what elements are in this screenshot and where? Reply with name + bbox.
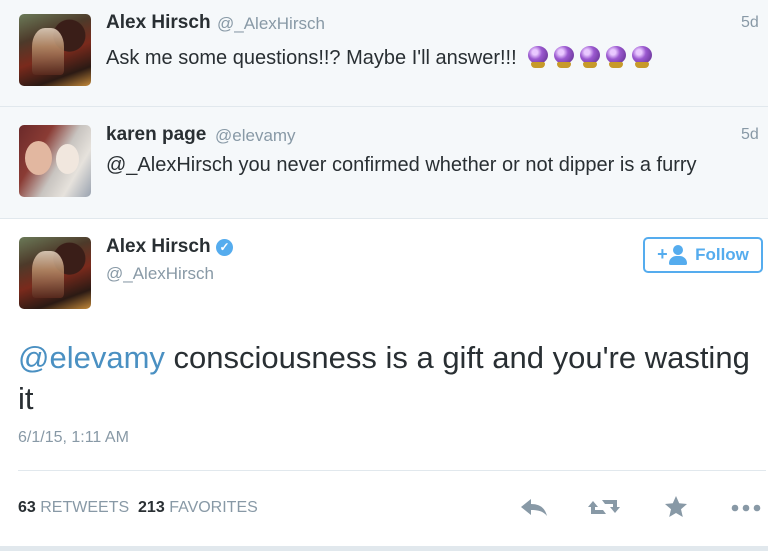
timestamp[interactable]: 5d <box>741 14 759 32</box>
user-handle[interactable]: @_AlexHirsch <box>217 14 325 34</box>
tweet-reply-2[interactable]: karen page @elevamy 5d @_AlexHirsch you … <box>0 107 768 219</box>
tweet-reply-1[interactable]: Alex Hirsch @_AlexHirsch 5d Ask me some … <box>0 0 768 107</box>
tweet-date[interactable]: 6/1/15, 1:11 AM <box>18 429 129 447</box>
more-options-icon[interactable] <box>730 492 764 522</box>
emoji-group <box>527 46 653 68</box>
user-handle[interactable]: @_AlexHirsch <box>106 264 214 284</box>
timestamp[interactable]: 5d <box>741 126 759 144</box>
tweet-text-line2: it <box>18 381 34 416</box>
verified-badge-icon: ✓ <box>216 239 233 256</box>
follow-label: Follow <box>695 245 749 264</box>
crystal-ball-icon <box>527 46 549 68</box>
retweets-label[interactable]: RETWEETS <box>40 499 129 516</box>
retweet-icon[interactable] <box>586 492 622 522</box>
user-name[interactable]: Alex Hirsch <box>106 12 211 34</box>
add-user-icon: + <box>657 244 688 266</box>
crystal-ball-icon <box>553 46 575 68</box>
tweet-stats: 63 RETWEETS 213 FAVORITES <box>18 499 258 517</box>
crystal-ball-icon <box>579 46 601 68</box>
avatar[interactable] <box>19 237 91 309</box>
tweet-text: @elevamy consciousness is a gift and you… <box>18 337 758 419</box>
crystal-ball-icon <box>631 46 653 68</box>
user-name[interactable]: karen page <box>106 124 206 146</box>
reply-icon[interactable] <box>518 492 550 522</box>
tweet-text: Ask me some questions!!? Maybe I'll answ… <box>106 47 517 69</box>
tweet-text: @_AlexHirsch you never confirmed whether… <box>106 154 697 176</box>
divider <box>0 546 768 551</box>
favorites-count[interactable]: 213 <box>138 499 165 516</box>
tweet-text-line1: consciousness is a gift and you're wasti… <box>164 340 750 375</box>
follow-button[interactable]: + Follow <box>643 237 763 273</box>
favorite-star-icon[interactable] <box>662 492 690 522</box>
retweets-count[interactable]: 63 <box>18 499 36 516</box>
avatar[interactable] <box>19 14 91 86</box>
favorites-label[interactable]: FAVORITES <box>169 499 258 516</box>
avatar[interactable] <box>19 125 91 197</box>
divider <box>18 470 766 471</box>
mention-link[interactable]: @elevamy <box>18 340 165 375</box>
user-name[interactable]: Alex Hirsch <box>106 236 211 258</box>
crystal-ball-icon <box>605 46 627 68</box>
user-handle[interactable]: @elevamy <box>215 126 296 146</box>
